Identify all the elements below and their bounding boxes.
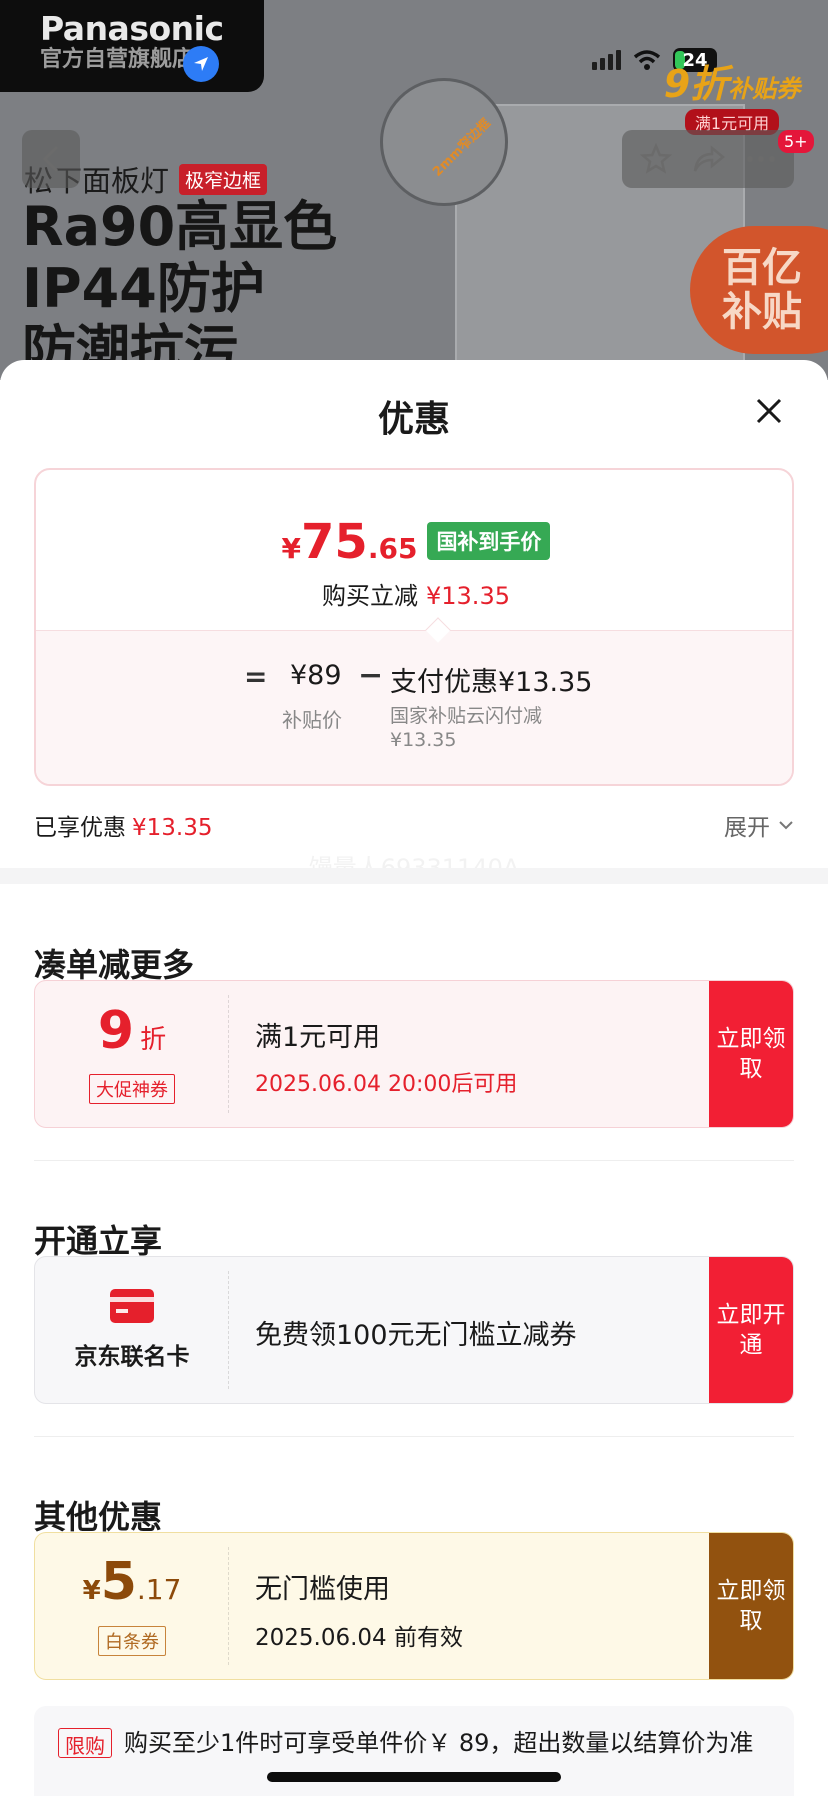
credit-card-icon: [110, 1289, 154, 1323]
more-icon[interactable]: [746, 155, 776, 163]
reduce-value: ¥13.35: [426, 582, 510, 610]
coupon-tag: 大促神券: [89, 1073, 175, 1104]
expand-label: 展开: [724, 815, 770, 841]
circle-label: 2mm窄边框: [430, 116, 494, 180]
discount-sheet: 优惠 ¥75.65 国补到手价 购买立减 ¥13.35 = ¥89 补贴价 − 支…: [0, 360, 828, 1796]
baitiao-tag: 白条券: [98, 1626, 166, 1656]
star-icon[interactable]: [640, 143, 672, 175]
final-price-decimal: .65: [367, 532, 418, 565]
equals-sign: =: [244, 660, 268, 693]
subsidy-price-label: 补贴价: [282, 708, 342, 732]
signal-icon: [592, 50, 621, 70]
coupon-discount: 9: [97, 1000, 135, 1061]
baitiao-amount: ¥5.17: [83, 1556, 182, 1620]
card-name: 京东联名卡: [74, 1344, 190, 1370]
gov-subsidy-chip: 国补到手价: [427, 522, 551, 560]
price-breakdown-card: ¥75.65 国补到手价 购买立减 ¥13.35 = ¥89 补贴价 − 支付优惠…: [34, 468, 794, 786]
top-action-group: [622, 130, 794, 188]
final-price-integer: 75: [301, 514, 368, 570]
promo-suffix: 补贴券: [728, 75, 801, 103]
claim-coupon-button[interactable]: 立即领取: [709, 981, 793, 1127]
location-arrow-icon: [183, 46, 219, 82]
brand-header: Panasonic 官方自营旗舰店: [0, 0, 264, 92]
baitiao-validity: 2025.06.04 前有效: [255, 1625, 463, 1651]
final-price: ¥75.65: [282, 514, 418, 570]
limit-chip: 限购: [58, 1728, 112, 1758]
chevron-down-icon: [779, 821, 793, 830]
divider: [34, 1160, 794, 1161]
expand-button[interactable]: 展开: [724, 808, 794, 842]
limit-text: 购买至少1件时可享受单件价￥ 89，超出数量以结算价为准: [124, 1729, 754, 1757]
home-indicator[interactable]: [267, 1772, 561, 1782]
edge-detail-image: 2mm窄边框: [380, 78, 508, 206]
hero-chip: 极窄边框: [179, 163, 268, 195]
baitiao-decimal: .17: [136, 1573, 182, 1606]
enjoyed-discount-row: 已享优惠 ¥13.35 展开: [34, 808, 794, 842]
final-price-row: ¥75.65 国补到手价: [36, 514, 792, 570]
chevron-left-icon: [42, 145, 59, 173]
enjoyed-value: ¥13.35: [132, 815, 213, 841]
subsidy-line-1: 百亿: [722, 245, 802, 291]
section-gap: [0, 868, 828, 884]
hero-line-1: Ra90高显色: [22, 195, 338, 258]
hero-headline: Ra90高显色 IP44防护 防潮抗污: [22, 195, 338, 381]
back-button[interactable]: [22, 130, 80, 188]
product-page-background: 2mm窄边框 松下面板灯 极窄边框 Ra90高显色 IP44防护 防潮抗污 百亿…: [0, 0, 828, 380]
promo-badge[interactable]: 9折补贴券 满1元可用: [652, 64, 812, 135]
promo-coupon-card[interactable]: 9折 大促神券 满1元可用 2025.06.04 20:00后可用 立即领取: [34, 980, 794, 1128]
subsidy-price-value: ¥89: [290, 660, 342, 691]
baitiao-currency: ¥: [82, 1576, 101, 1606]
card-offer-text: 免费领100元无门槛立减券: [255, 1320, 577, 1351]
purchase-limit-notice: 限购 购买至少1件时可享受单件价￥ 89，超出数量以结算价为准: [34, 1706, 794, 1796]
coupon-validity: 2025.06.04 20:00后可用: [255, 1072, 518, 1097]
purchase-reduce-row: 购买立减 ¥13.35: [36, 576, 792, 611]
coupon-condition: 满1元可用: [255, 1022, 381, 1053]
baitiao-condition: 无门槛使用: [255, 1574, 390, 1605]
subsidy-line-2: 补贴: [722, 289, 802, 335]
share-icon[interactable]: [692, 144, 726, 174]
coupon-discount-unit: 折: [140, 1024, 167, 1055]
final-price-currency: ¥: [281, 532, 302, 565]
hero-line-2: IP44防护: [22, 257, 265, 320]
promo-discount: 9折: [663, 62, 729, 106]
brand-name: Panasonic: [40, 9, 224, 48]
payment-discount-value: 支付优惠¥13.35: [390, 667, 593, 698]
message-count-badge: 5+: [778, 130, 814, 153]
reduce-label: 购买立减: [322, 582, 418, 610]
sheet-title: 优惠: [377, 399, 450, 440]
enjoyed-label: 已享优惠: [34, 815, 126, 841]
subsidy-badge: 百亿 补贴: [690, 226, 828, 354]
open-card-button[interactable]: 立即开通: [709, 1257, 793, 1403]
divider: [34, 1436, 794, 1437]
cobrand-card-offer[interactable]: 京东联名卡 免费领100元无门槛立减券 立即开通: [34, 1256, 794, 1404]
baitiao-integer: 5: [100, 1552, 137, 1612]
close-icon[interactable]: [752, 394, 786, 428]
brand-sub: 官方自营旗舰店: [40, 47, 195, 72]
claim-baitiao-button[interactable]: 立即领取: [709, 1533, 793, 1679]
payment-discount-label: 国家补贴云闪付减¥13.35: [390, 705, 543, 751]
baitiao-coupon-card[interactable]: ¥5.17 白条券 无门槛使用 2025.06.04 前有效 立即领取: [34, 1532, 794, 1680]
minus-sign: −: [358, 658, 384, 693]
